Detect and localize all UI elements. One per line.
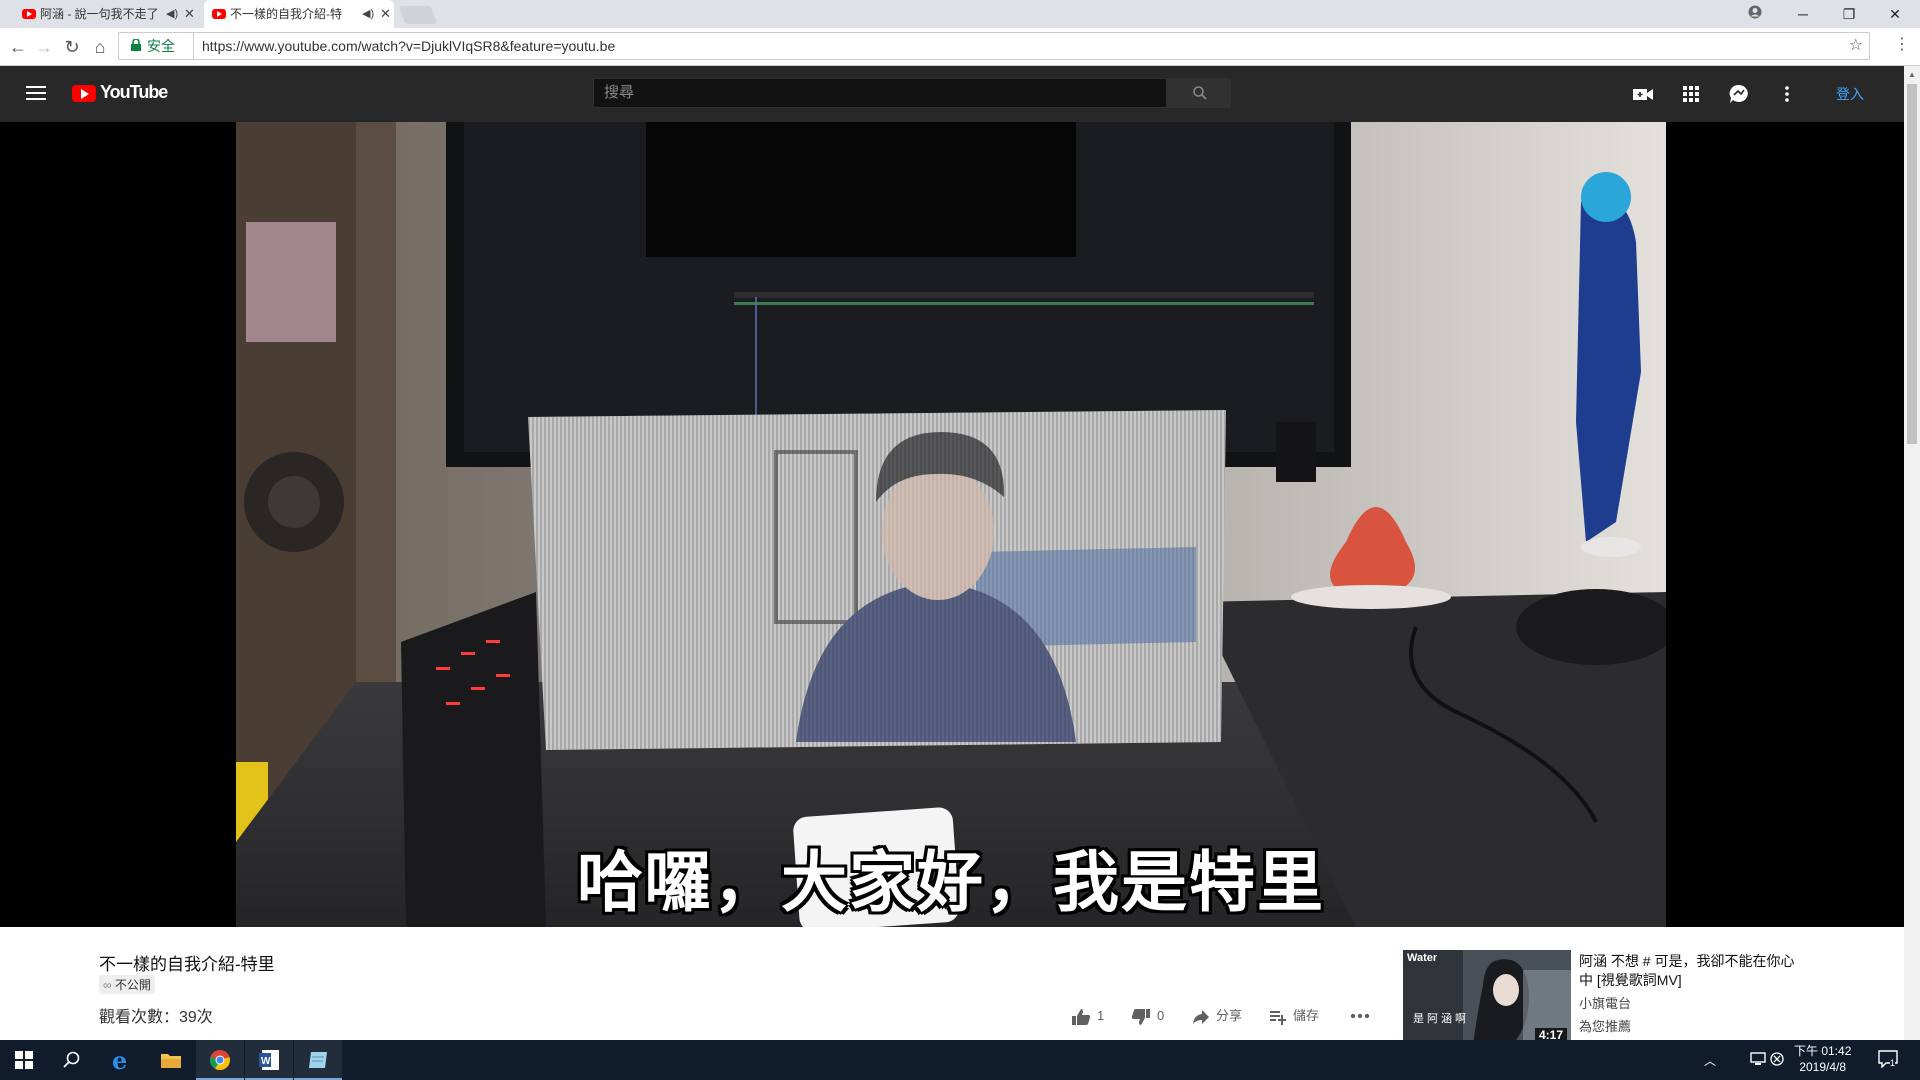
new-tab-button[interactable]: [398, 6, 438, 24]
search-icon: [63, 1051, 80, 1068]
tab-title: 阿涵 - 說一句我不走了: [40, 7, 159, 21]
youtube-favicon-icon: [212, 9, 226, 19]
more-actions-button[interactable]: [1349, 1007, 1371, 1025]
search-icon: [1193, 86, 1207, 100]
browser-tab-1[interactable]: 阿涵 - 說一句我不走了 ◀) ✕: [14, 0, 198, 28]
video-subtitle: 哈囉，大家好，我是特里: [577, 845, 1325, 919]
folder-icon: [161, 1054, 181, 1068]
clock-date: 2019/4/8: [1799, 1060, 1847, 1074]
visibility-label: 不公開: [114, 978, 151, 992]
share-label: 分享: [1216, 1008, 1243, 1023]
youtube-logo-text[interactable]: YouTube: [100, 82, 168, 103]
like-count: 1: [1097, 1008, 1105, 1023]
speaker-icon[interactable]: ◀): [362, 0, 374, 28]
url-text[interactable]: https://www.youtube.com/watch?v=DjuklVIq…: [193, 33, 615, 59]
recommended-video-title[interactable]: 阿涵 不想 # 可是，我卻不能在你心中 [視覺歌詞MV]: [1579, 952, 1799, 990]
search-input[interactable]: 搜尋: [593, 78, 1167, 108]
page-scrollbar[interactable]: ▲: [1904, 66, 1920, 1040]
share-button[interactable]: 分享: [1192, 1007, 1242, 1025]
browser-tab-2[interactable]: 不一樣的自我介紹-特 ◀) ✕: [204, 0, 394, 28]
video-player[interactable]: 哈囉，大家好，我是特里: [0, 122, 1904, 927]
volume-muted-icon[interactable]: [1770, 1052, 1784, 1066]
reload-icon[interactable]: ↻: [60, 36, 84, 58]
link-icon: ∞: [103, 978, 115, 992]
sign-in-link[interactable]: 登入: [1836, 84, 1864, 104]
create-video-icon[interactable]: [1632, 84, 1654, 104]
like-button[interactable]: 1: [1071, 1007, 1104, 1025]
thumbnail-brand-text: Water: [1407, 952, 1438, 964]
browser-menu-icon[interactable]: ⋮: [1894, 34, 1910, 54]
minimize-window-button[interactable]: ─: [1780, 0, 1826, 28]
messages-icon[interactable]: [1728, 84, 1750, 104]
add-to-playlist-icon: [1270, 1010, 1286, 1025]
video-frame[interactable]: 哈囉，大家好，我是特里: [236, 122, 1666, 927]
word-taskbar-button[interactable]: W: [245, 1040, 293, 1080]
clock-time: 下午 01:42: [1794, 1044, 1852, 1058]
youtube-logo-icon[interactable]: [72, 85, 96, 102]
hamburger-menu-icon[interactable]: [26, 86, 46, 100]
profile-icon[interactable]: [1732, 0, 1778, 28]
more-horizontal-icon: [1350, 1013, 1370, 1019]
speaker-icon[interactable]: ◀): [166, 0, 178, 28]
chrome-icon: [210, 1050, 230, 1071]
settings-more-icon[interactable]: [1776, 84, 1798, 104]
notepad-taskbar-button[interactable]: [294, 1040, 342, 1080]
lock-icon: [131, 39, 141, 51]
start-button[interactable]: [0, 1040, 48, 1080]
apps-grid-icon[interactable]: [1680, 84, 1702, 104]
unlisted-badge: ∞ 不公開: [99, 975, 155, 994]
windows-taskbar: e W ︿ 下午 01:42 2019/4/8 1: [0, 1040, 1920, 1080]
address-bar[interactable]: 安全 https://www.youtube.com/watch?v=Djukl…: [118, 32, 1870, 60]
close-tab-icon[interactable]: ✕: [184, 0, 195, 28]
chrome-taskbar-button[interactable]: [196, 1040, 244, 1080]
share-arrow-icon: [1193, 1009, 1209, 1024]
word-icon: W: [259, 1050, 279, 1070]
youtube-favicon-icon: [22, 9, 36, 19]
recommended-for-you-label: 為您推薦: [1579, 1019, 1632, 1034]
thumbs-down-icon: [1131, 1008, 1150, 1025]
scroll-up-icon[interactable]: ▲: [1908, 70, 1916, 79]
scrollbar-thumb[interactable]: [1907, 84, 1917, 444]
edge-icon: e: [112, 1046, 128, 1075]
thumbnail-caption: 是阿涵啊: [1413, 1013, 1469, 1025]
system-clock[interactable]: 下午 01:42 2019/4/8: [1794, 1043, 1851, 1075]
notepad-icon: [309, 1052, 327, 1068]
forward-arrow-icon[interactable]: →: [32, 36, 56, 58]
network-icon[interactable]: [1750, 1052, 1766, 1066]
browser-tab-strip: 阿涵 - 說一句我不走了 ◀) ✕ 不一樣的自我介紹-特 ◀) ✕ ─ ❐ ✕: [0, 0, 1920, 28]
search-button[interactable]: [1167, 78, 1231, 108]
dislike-button[interactable]: 0: [1131, 1007, 1164, 1025]
browser-toolbar: ← → ↻ ⌂ 安全 https://www.youtube.com/watch…: [0, 28, 1920, 66]
youtube-header: YouTube 搜尋 登入: [0, 66, 1904, 122]
thumbs-up-icon: [1072, 1008, 1091, 1025]
video-title: 不一樣的自我介紹-特里: [99, 955, 275, 974]
bookmark-star-icon[interactable]: ☆: [1849, 33, 1863, 59]
notification-count: 1: [1890, 1058, 1896, 1068]
action-center-button[interactable]: 1: [1878, 1050, 1898, 1073]
recommended-channel-name[interactable]: 小旗電台: [1579, 993, 1631, 1012]
save-button[interactable]: 儲存: [1269, 1007, 1319, 1025]
tab-title: 不一樣的自我介紹-特: [230, 7, 342, 21]
video-scene-image: [236, 122, 1666, 927]
close-window-button[interactable]: ✕: [1872, 0, 1918, 28]
windows-logo-icon: [15, 1051, 33, 1069]
taskbar-search-button[interactable]: [48, 1040, 96, 1080]
edge-browser-button[interactable]: e: [98, 1040, 146, 1080]
restore-window-button[interactable]: ❐: [1826, 0, 1872, 28]
close-tab-icon[interactable]: ✕: [380, 0, 391, 28]
save-label: 儲存: [1293, 1008, 1320, 1023]
back-arrow-icon[interactable]: ←: [6, 36, 30, 58]
secure-label: 安全: [147, 38, 175, 54]
show-hidden-icons-icon[interactable]: ︿: [1704, 1052, 1716, 1069]
svg-text:W: W: [261, 1056, 271, 1067]
recommended-video-thumbnail[interactable]: Water 是阿涵啊 4:17: [1403, 950, 1571, 1044]
file-explorer-button[interactable]: [147, 1040, 195, 1080]
home-icon[interactable]: ⌂: [88, 36, 112, 58]
view-count: 觀看次數：39次: [99, 1009, 213, 1026]
dislike-count: 0: [1157, 1008, 1165, 1023]
